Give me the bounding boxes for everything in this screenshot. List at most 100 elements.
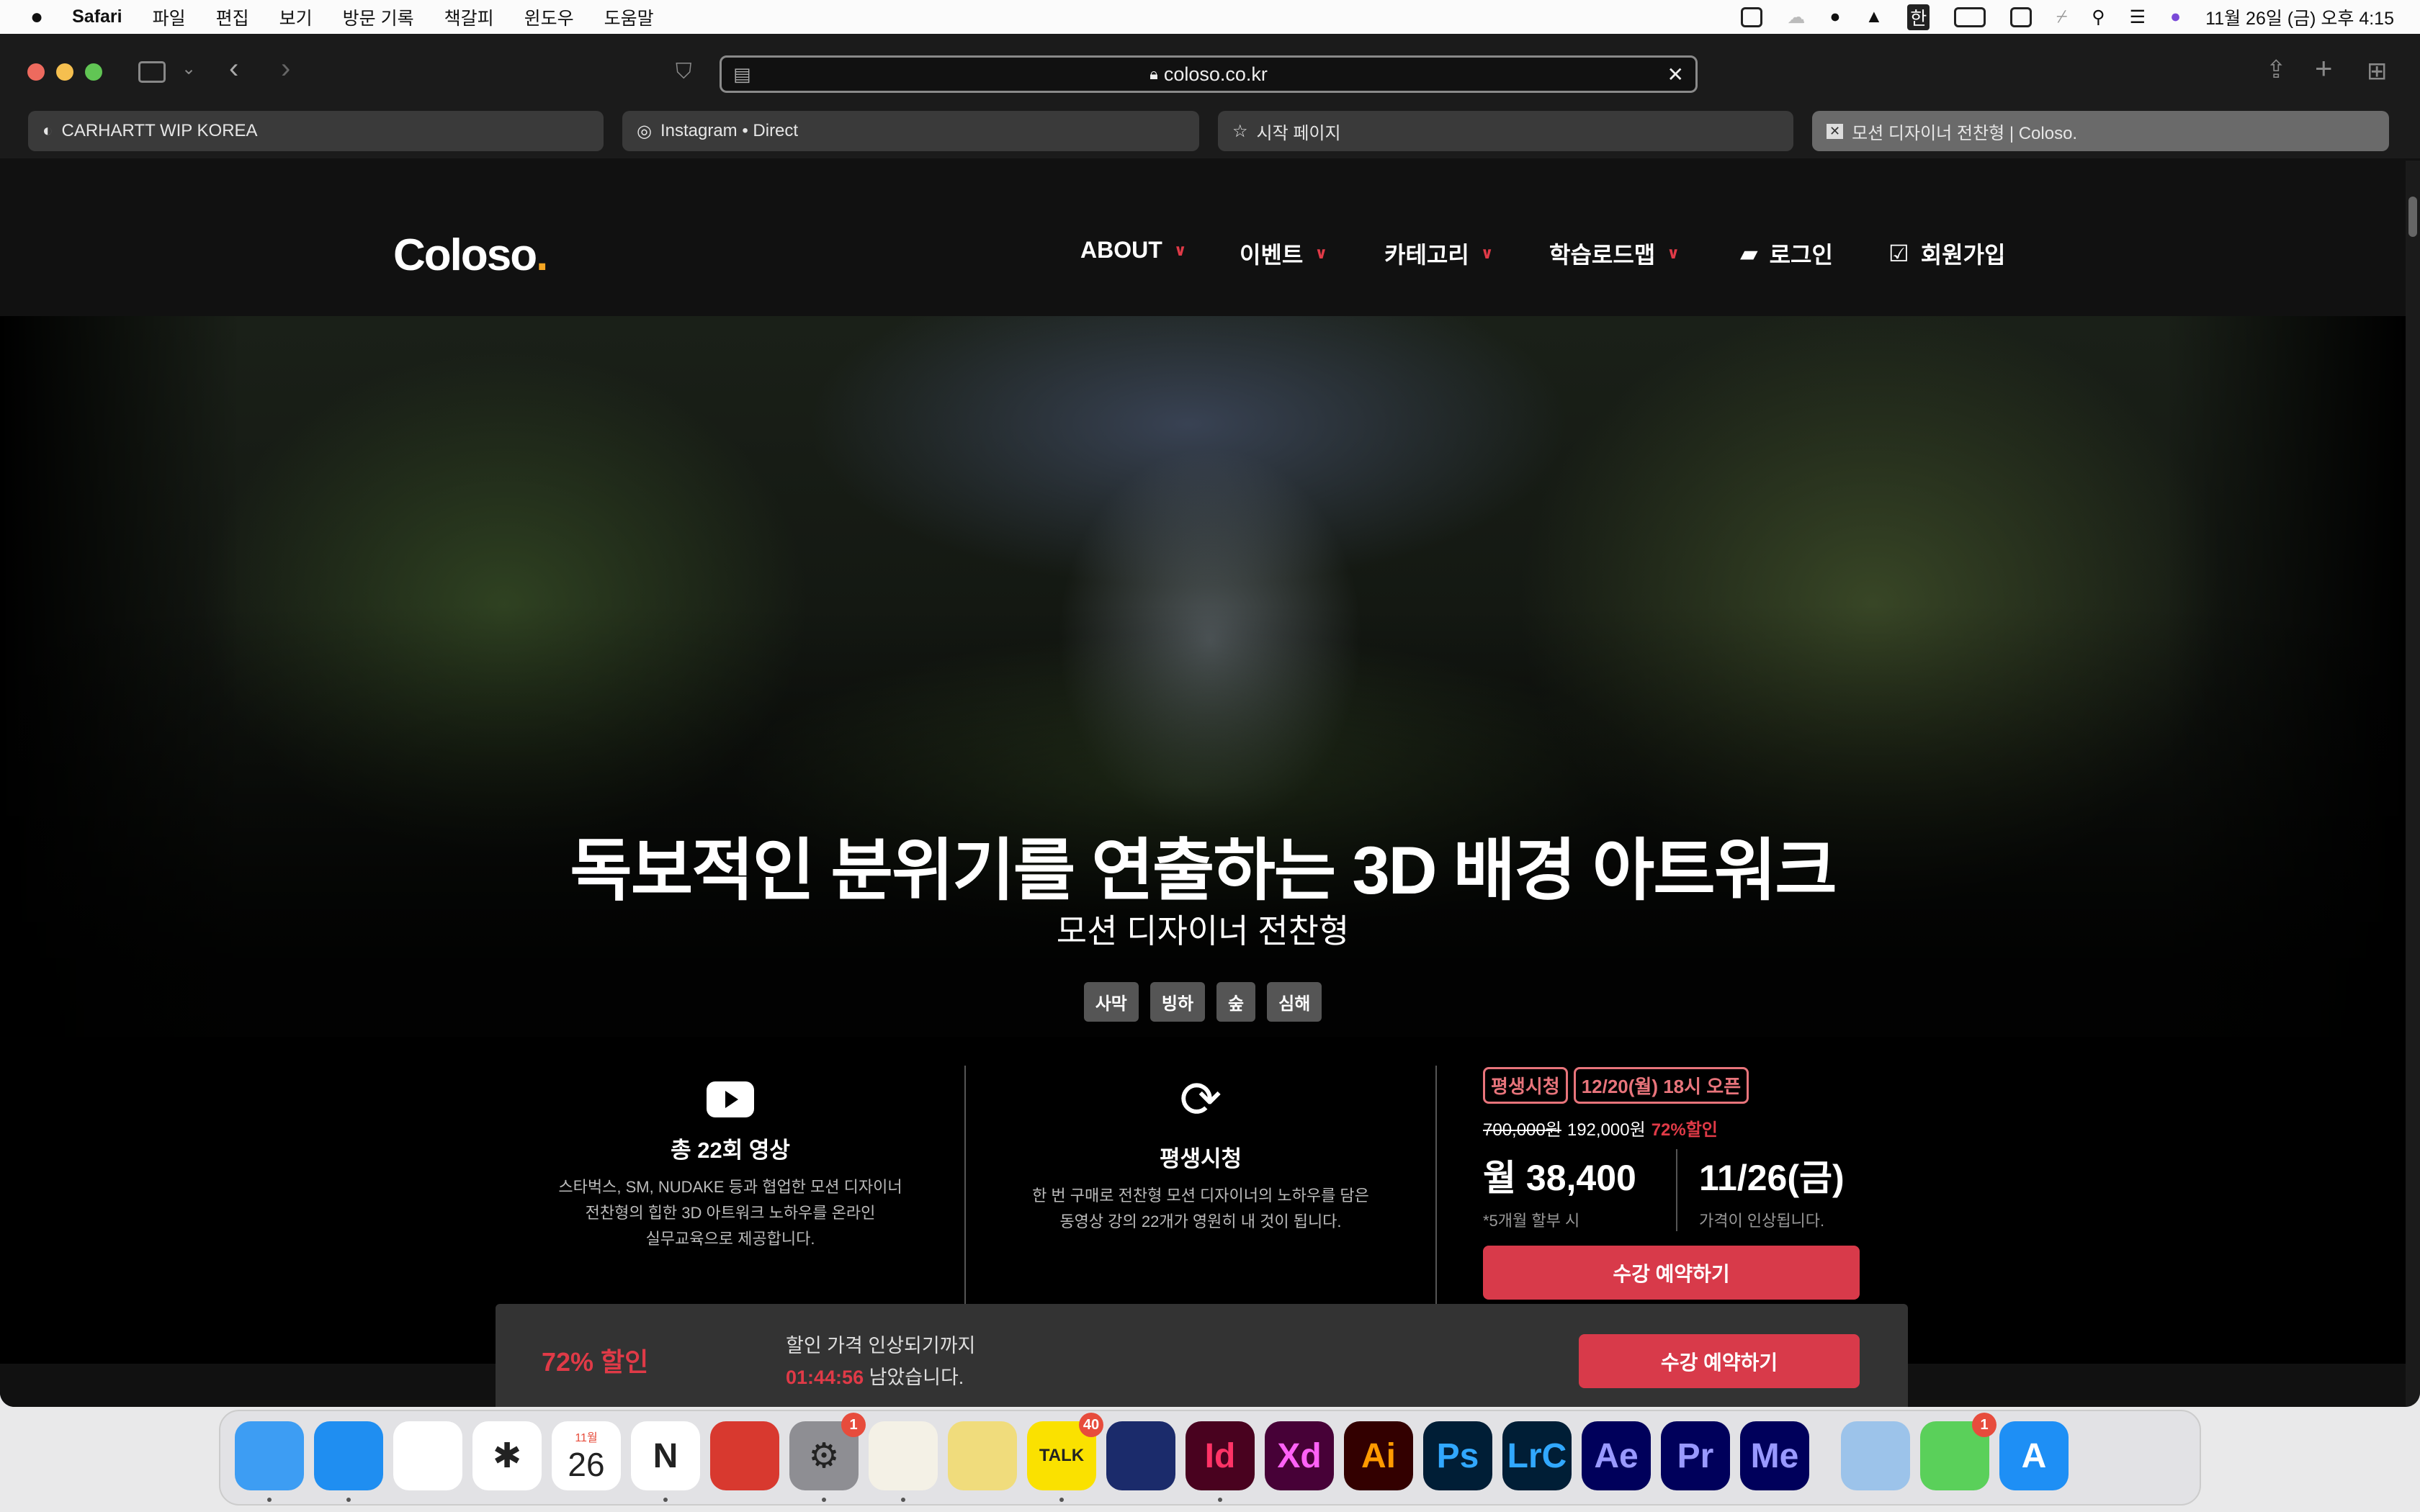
dock-notion-icon[interactable]: N — [631, 1421, 700, 1490]
chevron-down-icon: ∨ — [1667, 244, 1680, 262]
tag-glacier[interactable]: 빙하 — [1150, 982, 1206, 1022]
dock-media-encoder-icon[interactable]: Me — [1740, 1421, 1809, 1490]
dock-app-store-icon[interactable]: A — [1999, 1421, 2069, 1490]
zoom-window-button[interactable] — [85, 63, 102, 81]
dock-badge: 40 — [1079, 1413, 1103, 1437]
reserve-button[interactable]: 수강 예약하기 — [1483, 1246, 1860, 1300]
tab-start-page[interactable]: ☆ 시작 페이지 — [1218, 111, 1793, 151]
dock-stickies-icon[interactable] — [948, 1421, 1017, 1490]
nav-roadmap[interactable]: 학습로드맵 ∨ — [1549, 237, 1680, 270]
siri-icon[interactable]: ● — [2170, 6, 2181, 27]
menu-help[interactable]: 도움말 — [604, 4, 654, 30]
signup-link[interactable]: ☑ 회원가입 — [1888, 237, 2005, 270]
menu-file[interactable]: 파일 — [153, 4, 186, 30]
dock-facetime-icon[interactable]: 1 — [1920, 1413, 1996, 1490]
login-icon: ▰ — [1740, 240, 1758, 266]
price-increase-date: 11/26(금) — [1699, 1158, 1845, 1198]
cloud-icon[interactable]: ☁ — [1787, 6, 1805, 28]
forward-button[interactable]: › — [281, 53, 290, 85]
nav-events[interactable]: 이벤트 ∨ — [1240, 237, 1327, 270]
dock-xd-icon[interactable]: Xd — [1265, 1421, 1334, 1490]
tab-label: Instagram • Direct — [660, 121, 799, 140]
info-desc-line: 한 번 구매로 전찬형 모션 디자이너의 노하우를 담은 — [1032, 1187, 1369, 1205]
dock-notes-icon[interactable] — [869, 1421, 938, 1490]
price-increase-note: 가격이 인상됩니다. — [1699, 1212, 1825, 1230]
lock-icon: 🔒︎ — [1150, 65, 1158, 83]
dock-photo-booth-icon[interactable] — [710, 1421, 779, 1490]
nav-category[interactable]: 카테고리 ∨ — [1384, 237, 1494, 270]
menu-app-safari[interactable]: Safari — [72, 6, 122, 27]
tab-carhartt[interactable]: ◐ CARHARTT WIP KOREA — [28, 111, 604, 151]
apple-icon[interactable]: ● — [30, 5, 43, 30]
dock-lightroom-classic-icon[interactable]: LrC — [1502, 1421, 1572, 1490]
dock-premiere-pro-icon[interactable]: Pr — [1661, 1421, 1730, 1490]
dock-icon-label: TALK — [1039, 1446, 1085, 1465]
dock-illustrator-icon[interactable]: Ai — [1344, 1421, 1413, 1490]
address-bar[interactable]: ▤ 🔒︎ coloso.co.kr ✕ — [720, 55, 1698, 93]
back-button[interactable]: ‹ — [229, 53, 238, 85]
dock-badge: 1 — [1972, 1413, 1996, 1437]
signup-label: 회원가입 — [1920, 242, 2006, 268]
dock-craft-icon[interactable]: ✱ — [472, 1421, 542, 1490]
dock-kakaotalk-icon[interactable]: TALK 40 — [1027, 1413, 1103, 1490]
scrollbar-thumb[interactable] — [2408, 197, 2417, 237]
dock-finder-icon[interactable] — [235, 1421, 304, 1490]
privacy-shield-icon[interactable]: ⛉ — [676, 60, 692, 84]
share-icon[interactable]: ⇪ — [2266, 55, 2287, 84]
dock-chrome-icon[interactable] — [393, 1421, 462, 1490]
info-title: 총 22회 영상 — [671, 1138, 790, 1163]
dock-cinema-4d-icon[interactable] — [1106, 1421, 1175, 1490]
tag-deep-sea[interactable]: 심해 — [1267, 982, 1322, 1022]
tag-forest[interactable]: 숲 — [1216, 982, 1256, 1022]
sidebar-toggle-icon[interactable] — [138, 61, 166, 83]
login-link[interactable]: ▰ 로그인 — [1740, 237, 1833, 270]
reader-icon[interactable]: ▤ — [733, 63, 751, 86]
menu-window[interactable]: 윈도우 — [524, 4, 574, 30]
url-text[interactable]: coloso.co.kr — [1164, 63, 1268, 86]
dock-calendar-icon[interactable]: 11월 26 — [552, 1421, 621, 1490]
screen-mirroring-icon[interactable] — [2010, 6, 2033, 27]
dock-safari-icon[interactable] — [314, 1421, 383, 1490]
running-indicator — [346, 1498, 351, 1502]
menu-edit[interactable]: 편집 — [216, 4, 249, 30]
dock-trash-icon[interactable] — [2100, 1421, 2169, 1490]
tab-overview-icon[interactable]: ⊞ — [2367, 57, 2388, 86]
nav-about[interactable]: ABOUT ∨ — [1080, 237, 1187, 264]
dock-preview-icon[interactable] — [1841, 1421, 1910, 1490]
running-indicator — [663, 1498, 668, 1502]
dock-indesign-icon[interactable]: Id — [1186, 1421, 1255, 1490]
info-lifetime: ⟳ 평생시청 한 번 구매로 전찬형 모션 디자이너의 노하우를 담은 동영상 강… — [985, 1073, 1417, 1235]
notification-icon[interactable]: ● — [1829, 6, 1840, 27]
layout-icon[interactable] — [1741, 6, 1763, 27]
star-icon: ☆ — [1232, 121, 1248, 141]
dock-icon-label: Ai — [1361, 1436, 1396, 1475]
tab-instagram[interactable]: ◎ Instagram • Direct — [622, 111, 1199, 151]
chevron-down-icon[interactable]: ⌄ — [182, 58, 196, 79]
hero-banner: 독보적인 분위기를 연출하는 3D 배경 아트워크 모션 디자이너 전찬형 사막… — [0, 316, 2406, 1037]
dock-system-preferences-icon[interactable]: ⚙ 1 — [789, 1413, 866, 1490]
tag-desert[interactable]: 사막 — [1083, 982, 1139, 1022]
alert-icon[interactable]: ▲ — [1865, 6, 1883, 27]
close-window-button[interactable] — [27, 63, 45, 81]
sticky-reserve-button[interactable]: 수강 예약하기 — [1579, 1334, 1860, 1388]
menu-view[interactable]: 보기 — [279, 4, 313, 30]
battery-icon[interactable] — [1954, 6, 1986, 27]
sticky-discount: 72% 할인 — [542, 1347, 649, 1377]
input-method-icon[interactable]: 한 — [1907, 4, 1930, 30]
scrollbar[interactable] — [2406, 161, 2420, 1407]
menu-history[interactable]: 방문 기록 — [343, 4, 414, 30]
dock-after-effects-icon[interactable]: Ae — [1582, 1421, 1651, 1490]
dock-photoshop-icon[interactable]: Ps — [1423, 1421, 1492, 1490]
new-tab-icon[interactable]: + — [2315, 51, 2333, 86]
clear-url-icon[interactable]: ✕ — [1667, 63, 1684, 86]
control-center-icon[interactable]: ☰ — [2130, 6, 2146, 28]
clock[interactable]: 11월 26일 (금) 오후 4:15 — [2205, 4, 2394, 30]
chevron-down-icon: ∨ — [1314, 244, 1328, 262]
menu-bookmarks[interactable]: 책갈피 — [444, 4, 494, 30]
tab-coloso[interactable]: ✕ 모션 디자이너 전찬형 | Coloso. — [1812, 111, 2389, 151]
wifi-off-icon[interactable]: ⌿ — [2056, 6, 2067, 27]
minimize-window-button[interactable] — [56, 63, 73, 81]
coloso-logo[interactable]: Coloso. — [393, 230, 548, 281]
tab-label: CARHARTT WIP KOREA — [61, 121, 258, 140]
spotlight-icon[interactable]: ⚲ — [2092, 6, 2105, 28]
